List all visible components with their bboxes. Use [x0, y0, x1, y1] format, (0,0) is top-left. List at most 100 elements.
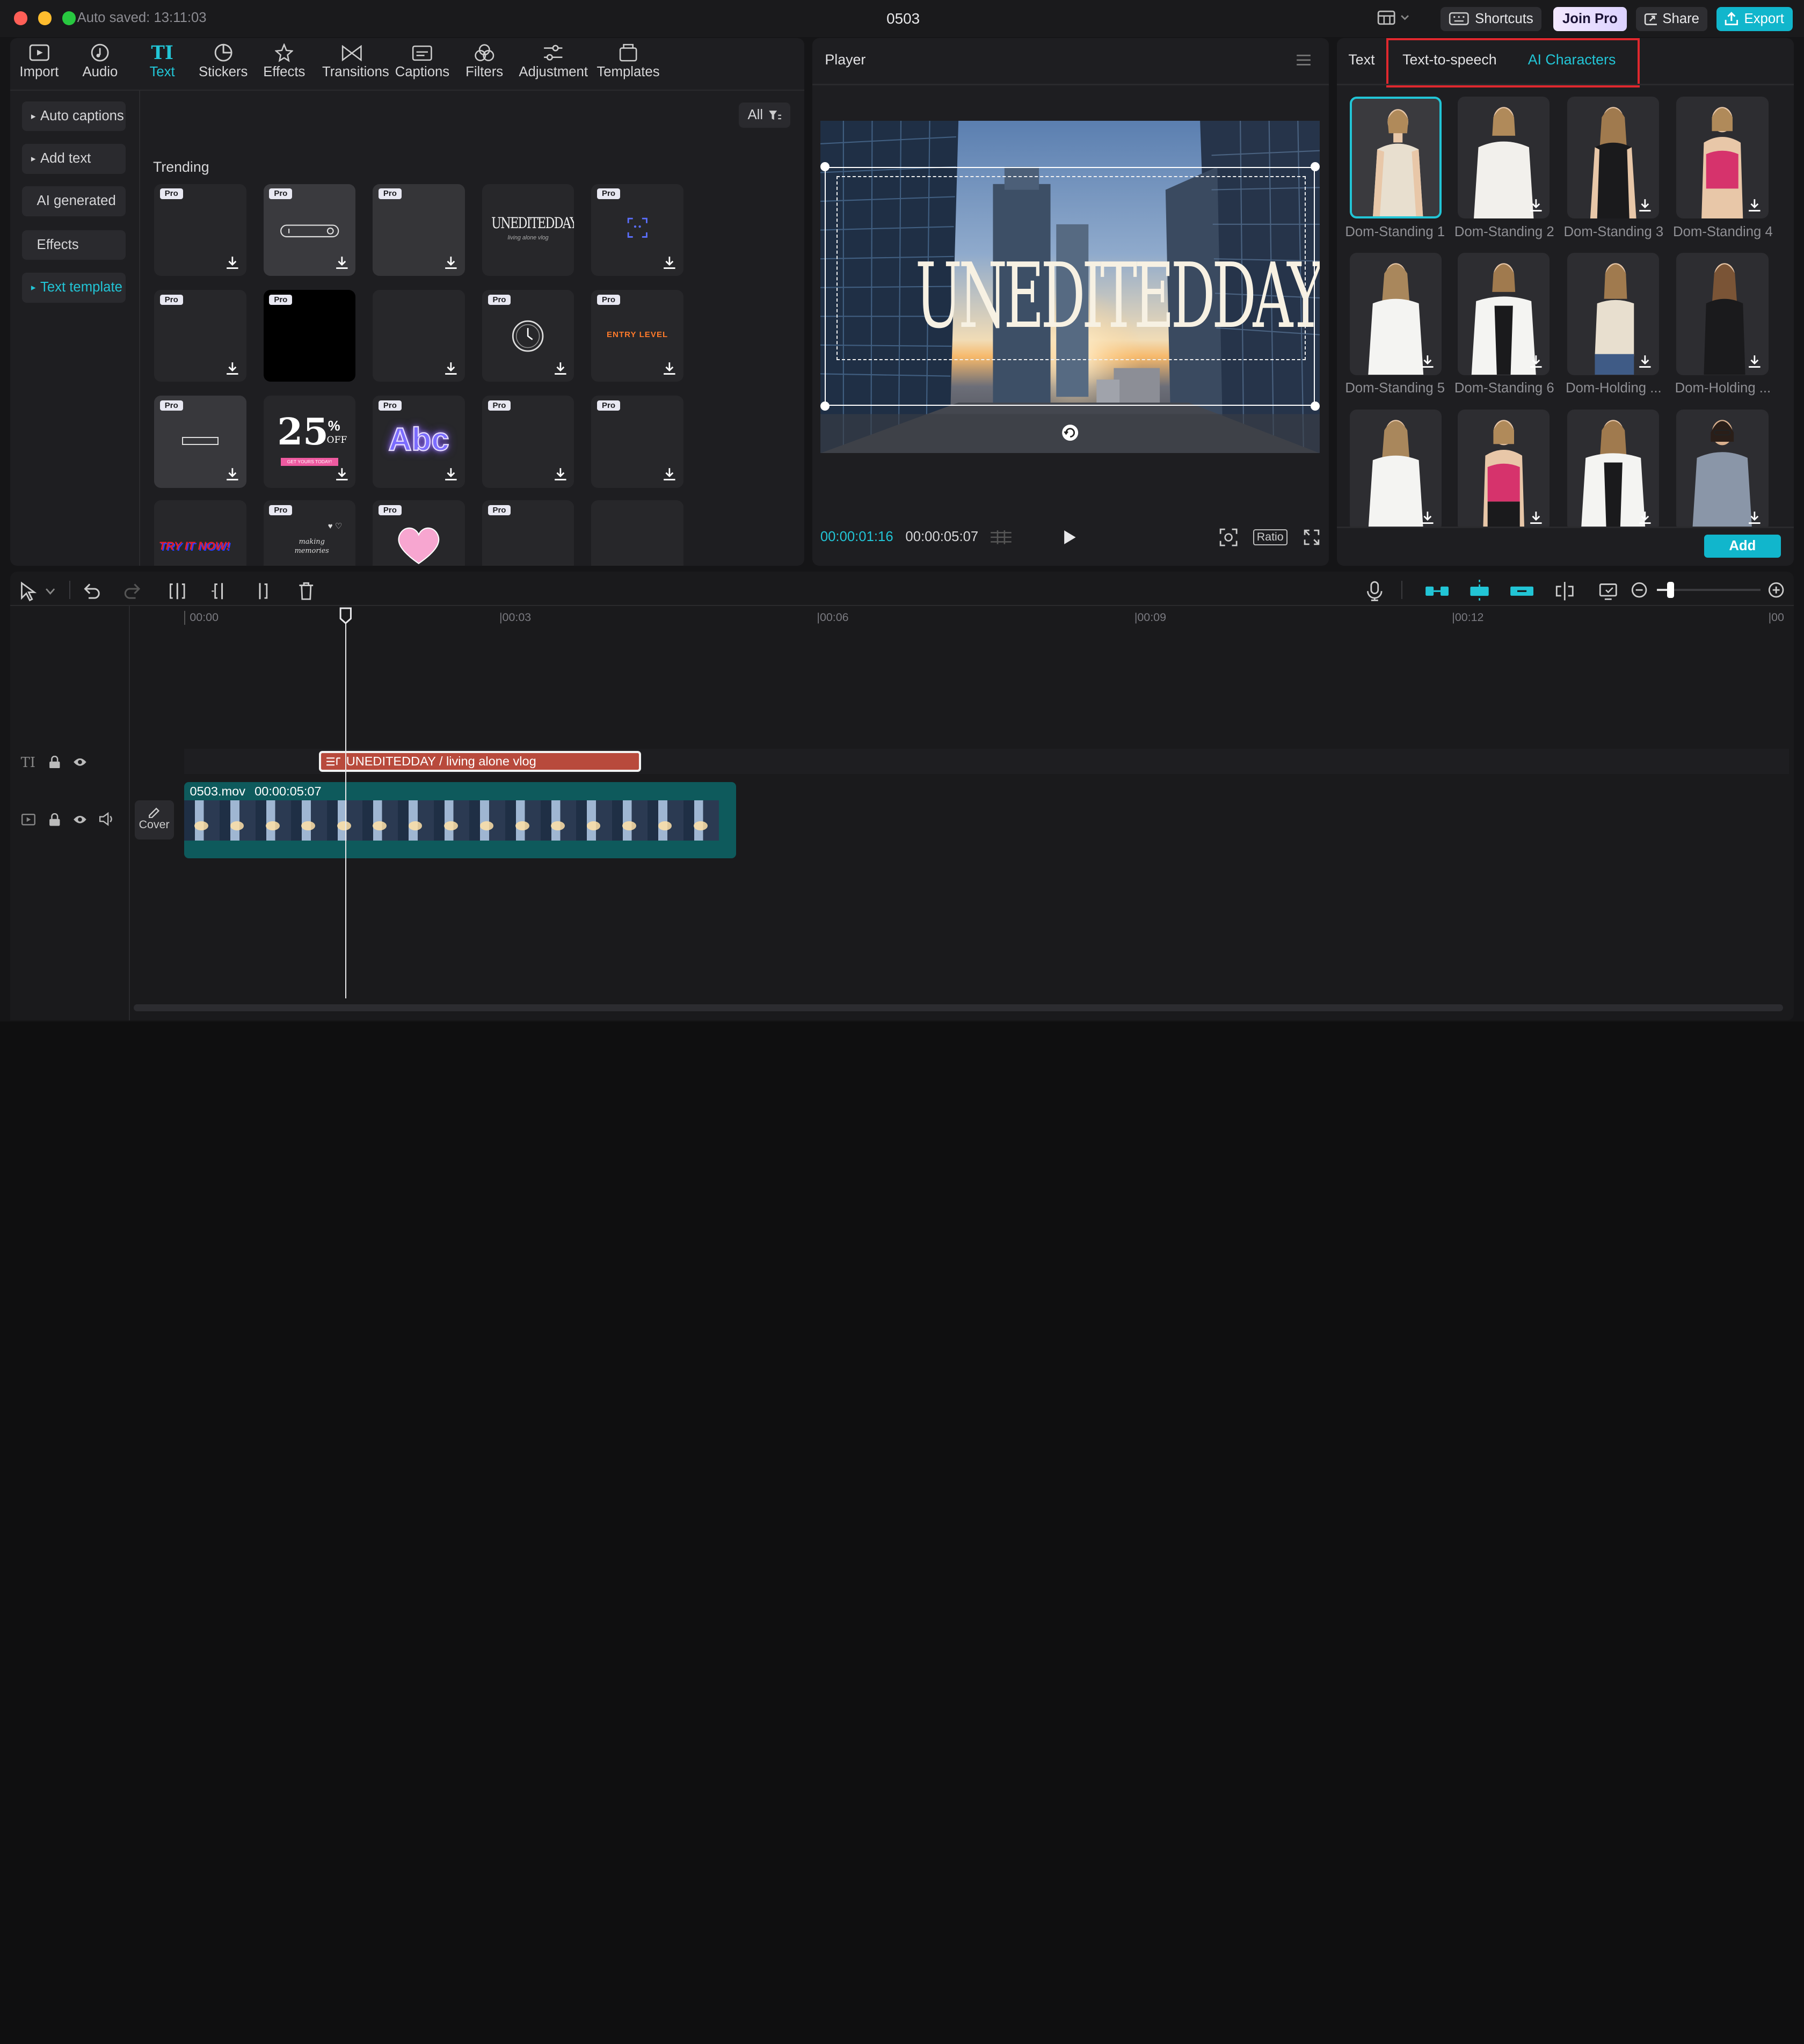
character-card[interactable]: [1567, 96, 1659, 219]
download-icon[interactable]: [444, 467, 458, 481]
fullscreen-icon[interactable]: [1304, 529, 1320, 545]
toolbar-templates[interactable]: Templates: [595, 41, 661, 85]
download-icon[interactable]: [226, 361, 239, 375]
chevron-down-icon[interactable]: [45, 588, 55, 596]
character-card[interactable]: [1458, 96, 1550, 219]
download-icon[interactable]: [444, 361, 458, 375]
text-template-card[interactable]: Pro Abc: [373, 396, 465, 488]
toolbar-captions[interactable]: Captions: [392, 41, 452, 85]
character-card[interactable]: [1676, 253, 1769, 375]
frame-grid-icon[interactable]: [990, 530, 1013, 544]
download-icon[interactable]: [663, 256, 676, 269]
sidebar-item-add-text[interactable]: ▸ Add text: [21, 143, 126, 174]
delete-icon[interactable]: [296, 581, 317, 602]
toolbar-import[interactable]: Import: [9, 41, 69, 85]
download-icon[interactable]: [663, 467, 676, 481]
layout-menu-button[interactable]: [1377, 10, 1409, 25]
sidebar-item-auto-captions[interactable]: ▸ Auto captions: [21, 101, 126, 132]
play-icon[interactable]: [1063, 529, 1077, 545]
text-template-card[interactable]: Pro: [591, 396, 683, 488]
download-icon[interactable]: [1748, 510, 1762, 524]
character-card[interactable]: [1458, 253, 1550, 375]
text-template-card[interactable]: Pro: [373, 500, 465, 566]
text-template-card[interactable]: [591, 500, 683, 566]
download-icon[interactable]: [1748, 354, 1762, 368]
download-icon[interactable]: [1529, 510, 1543, 524]
preview-axis-icon[interactable]: [1554, 581, 1575, 602]
speaker-icon[interactable]: [99, 812, 114, 826]
microphone-icon[interactable]: [1364, 581, 1385, 602]
menu-icon[interactable]: [1296, 53, 1312, 67]
text-template-card[interactable]: UNEDITEDDAY living alone vlog: [482, 184, 574, 276]
share-button[interactable]: Share: [1636, 6, 1707, 31]
screen-preview-icon[interactable]: [1598, 581, 1619, 602]
lock-icon[interactable]: [48, 813, 61, 826]
download-icon[interactable]: [554, 467, 568, 481]
linkage-icon[interactable]: [1509, 581, 1534, 602]
magnet-main-track-icon[interactable]: [1424, 581, 1450, 602]
download-icon[interactable]: [1421, 510, 1435, 524]
zoom-out-icon[interactable]: [1630, 581, 1648, 599]
shortcuts-button[interactable]: Shortcuts: [1440, 6, 1542, 31]
download-icon[interactable]: [226, 256, 239, 269]
character-card[interactable]: [1676, 409, 1769, 527]
visibility-eye-icon[interactable]: [72, 813, 88, 826]
export-button[interactable]: Export: [1716, 6, 1793, 31]
text-template-card[interactable]: Pro: [154, 290, 246, 382]
rotate-handle-icon[interactable]: [1061, 424, 1079, 442]
video-preview[interactable]: UNEDITEDDAY: [820, 121, 1320, 454]
resize-handle-br[interactable]: [1310, 401, 1320, 411]
split-icon[interactable]: [167, 581, 188, 602]
download-icon[interactable]: [1529, 354, 1543, 368]
text-template-card[interactable]: Pro: [482, 396, 574, 488]
fit-screen-icon[interactable]: [1219, 528, 1238, 546]
character-card[interactable]: [1349, 253, 1442, 375]
join-pro-button[interactable]: Join Pro: [1553, 6, 1627, 31]
character-card[interactable]: [1567, 409, 1659, 527]
text-template-card[interactable]: [373, 290, 465, 382]
tab-text[interactable]: Text: [1348, 52, 1374, 68]
redo-icon[interactable]: [123, 581, 144, 602]
playhead-line[interactable]: [345, 616, 346, 998]
resize-handle-bl[interactable]: [820, 401, 830, 411]
toolbar-filters[interactable]: Filters: [454, 41, 514, 85]
toolbar-adjustment[interactable]: Adjustment: [518, 41, 589, 85]
zoom-in-icon[interactable]: [1767, 581, 1785, 599]
text-template-card[interactable]: Pro ENTRY LEVEL: [591, 290, 683, 382]
character-card[interactable]: [1349, 96, 1442, 219]
download-icon[interactable]: [444, 256, 458, 269]
toolbar-effects[interactable]: Effects: [254, 41, 314, 85]
text-template-card[interactable]: Pro: [373, 184, 465, 276]
tab-text-to-speech[interactable]: Text-to-speech: [1402, 52, 1497, 68]
text-template-card[interactable]: Pro: [482, 290, 574, 382]
undo-icon[interactable]: [81, 581, 101, 602]
toolbar-transitions[interactable]: Transitions: [322, 41, 389, 85]
text-template-card[interactable]: Pro making memories ♥ ♡: [263, 500, 356, 566]
timeline-scrollbar[interactable]: [133, 1004, 1784, 1011]
text-template-card[interactable]: Pro: [263, 290, 356, 382]
zoom-slider-thumb[interactable]: [1667, 582, 1674, 598]
auto-snap-icon[interactable]: [1467, 579, 1492, 604]
download-icon[interactable]: [1638, 198, 1652, 212]
filter-all-button[interactable]: All: [738, 102, 791, 128]
text-template-card[interactable]: Pro: [154, 184, 246, 276]
character-card[interactable]: [1567, 253, 1659, 375]
text-template-card[interactable]: Pro: [482, 500, 574, 566]
toolbar-text[interactable]: TI Text: [132, 41, 192, 85]
character-card[interactable]: [1458, 409, 1550, 527]
sidebar-item-ai-generated[interactable]: AI generated: [21, 186, 126, 216]
text-template-card[interactable]: Pro: [154, 396, 246, 488]
download-icon[interactable]: [663, 361, 676, 375]
download-icon[interactable]: [1421, 354, 1435, 368]
playhead-handle[interactable]: [339, 607, 352, 625]
lock-icon[interactable]: [48, 755, 61, 769]
download-icon[interactable]: [226, 467, 239, 481]
resize-handle-tr[interactable]: [1310, 162, 1320, 172]
tab-ai-characters[interactable]: AI Characters: [1528, 52, 1616, 68]
text-template-card[interactable]: TRY IT NOW!: [154, 500, 246, 566]
toolbar-stickers[interactable]: Stickers: [193, 41, 253, 85]
text-template-card[interactable]: 25 % OFF GET YOURS TODAY!: [263, 396, 356, 488]
sidebar-item-text-template[interactable]: ▸ Text template: [21, 272, 126, 303]
download-icon[interactable]: [335, 256, 349, 269]
ratio-button[interactable]: Ratio: [1253, 529, 1287, 545]
